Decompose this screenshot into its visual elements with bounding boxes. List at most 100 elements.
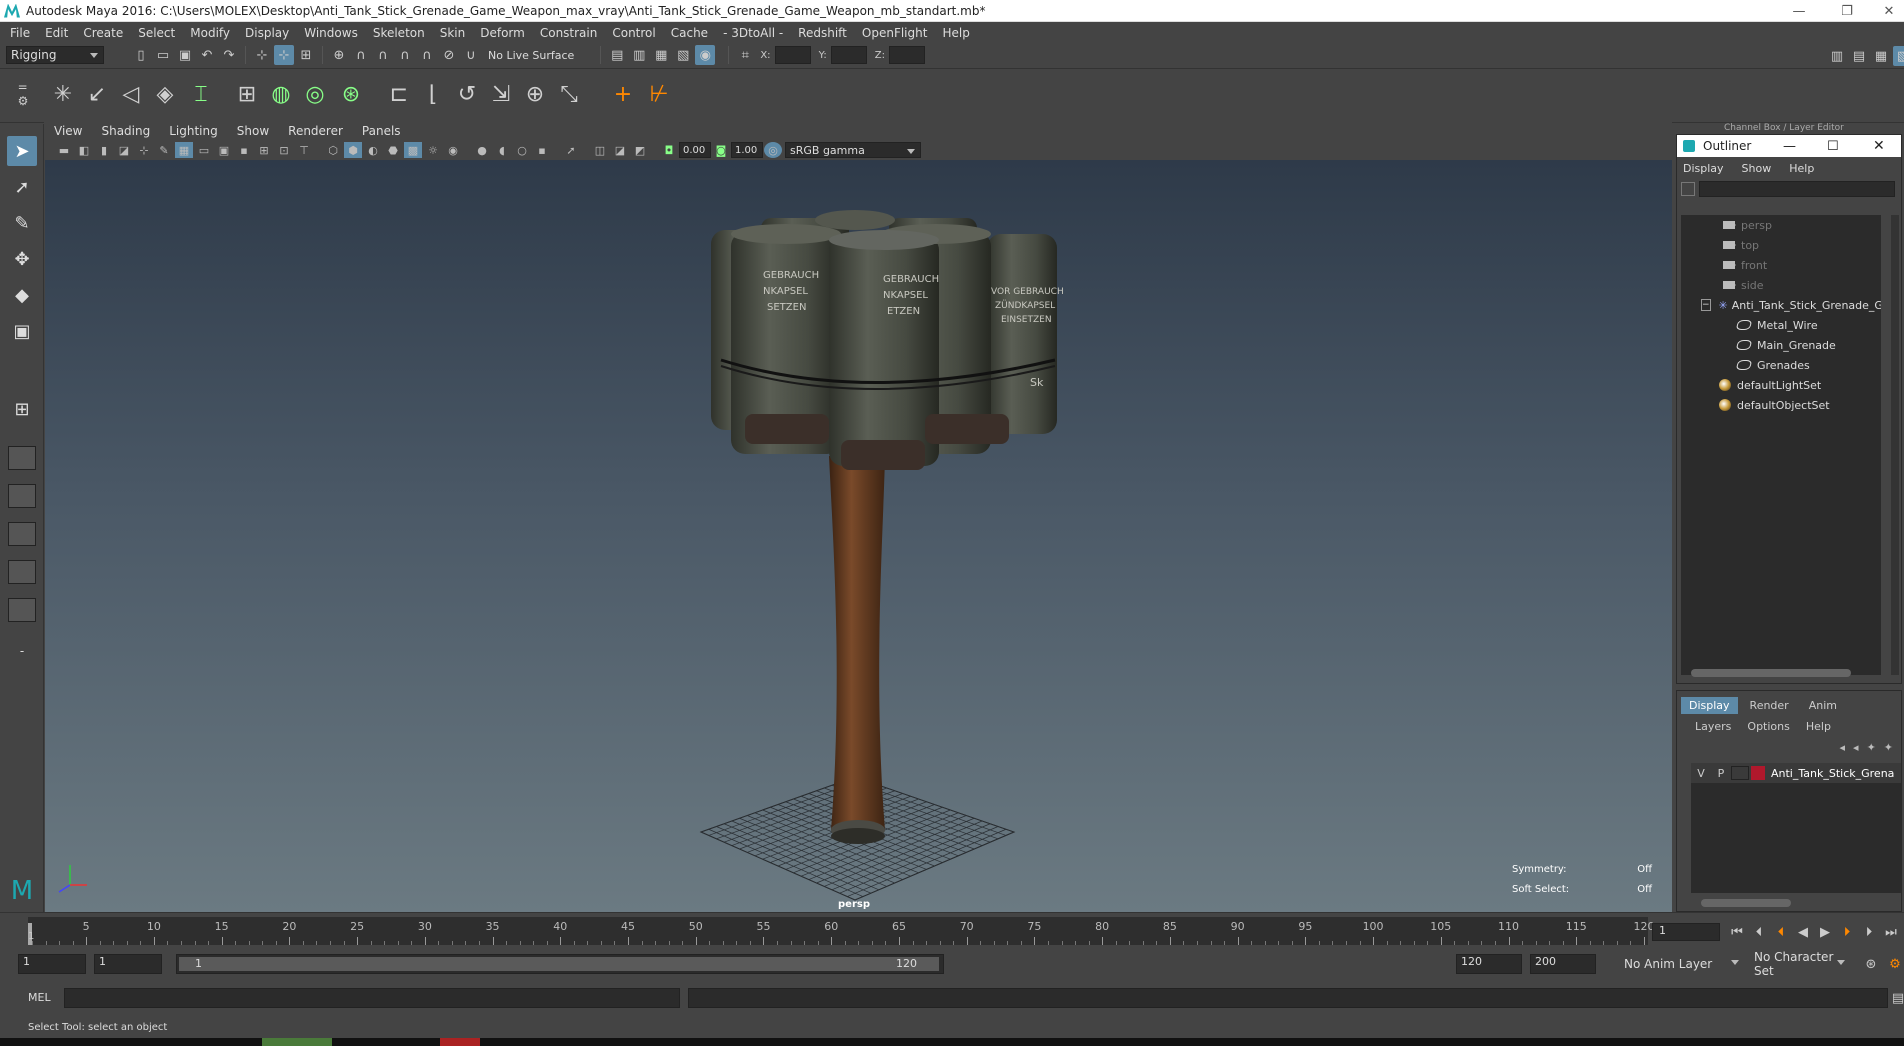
panel-menu-renderer[interactable]: Renderer: [288, 124, 343, 138]
anim-end-field[interactable]: 120: [1456, 954, 1522, 974]
mel-label[interactable]: MEL: [28, 991, 51, 1004]
menu-create[interactable]: Create: [83, 26, 123, 40]
panel-menu-panels[interactable]: Panels: [362, 124, 401, 138]
ipr-render-icon[interactable]: ▦: [651, 45, 671, 65]
shadows-icon[interactable]: ◉: [444, 142, 462, 158]
gamma-field[interactable]: 1.00: [731, 142, 763, 158]
modeling-toolkit-icon[interactable]: ▥: [1827, 46, 1847, 66]
four-view-icon[interactable]: [8, 446, 36, 470]
step-forward-key-icon[interactable]: ⏵: [1837, 922, 1857, 942]
layer-menu-options[interactable]: Options: [1747, 720, 1789, 733]
current-frame-field[interactable]: 1: [1652, 923, 1720, 941]
outliner-v-scrollbar[interactable]: [1891, 215, 1899, 675]
live-surface-label[interactable]: No Live Surface: [488, 49, 574, 62]
script-editor-icon[interactable]: ▤: [1891, 988, 1904, 1008]
menu-help[interactable]: Help: [942, 26, 969, 40]
scale-constraint-icon[interactable]: ⇲: [486, 79, 516, 109]
lasso-tool-icon[interactable]: ➚: [7, 172, 37, 202]
outliner-menu-display[interactable]: Display: [1683, 162, 1724, 175]
screen-space-ao-icon[interactable]: ●: [473, 142, 491, 158]
camera-attributes-icon[interactable]: ◧: [75, 142, 93, 158]
interactive-bind-icon[interactable]: ◎: [300, 79, 330, 109]
persp-outliner-icon[interactable]: [8, 560, 36, 584]
minimize-icon[interactable]: —: [1784, 0, 1814, 22]
pole-vector-icon[interactable]: ⤡: [554, 79, 584, 109]
side-by-side-icon[interactable]: [8, 484, 36, 508]
lights-icon[interactable]: ☼: [424, 142, 442, 158]
custom-layout-icon[interactable]: [8, 598, 36, 622]
undo-icon[interactable]: ↶: [197, 45, 217, 65]
persp-viewport[interactable]: GEBRAUCH NKAPSEL SETZEN GEBRAUCH NKAPSEL…: [45, 160, 1672, 912]
ik-spline-icon[interactable]: ◁: [116, 79, 146, 109]
single-view-icon[interactable]: ⊞: [7, 394, 37, 424]
close-icon[interactable]: ✕: [1873, 138, 1885, 154]
safe-action-icon[interactable]: ⊡: [275, 142, 293, 158]
outliner-h-scrollbar[interactable]: [1691, 669, 1851, 677]
exposure-icon[interactable]: ◘: [660, 142, 678, 158]
move-layer-down-icon[interactable]: ◂: [1853, 741, 1859, 754]
snap-live-icon[interactable]: ⊘: [439, 45, 459, 65]
scale-tool-icon[interactable]: ▣: [7, 316, 37, 346]
xray-components-icon[interactable]: ◩: [631, 142, 649, 158]
transform-input-icon[interactable]: ⌗: [735, 45, 755, 65]
go-to-start-icon[interactable]: ⏮: [1727, 922, 1747, 942]
menu-skin[interactable]: Skin: [440, 26, 466, 40]
exposure-field[interactable]: 0.00: [679, 142, 711, 158]
redo-icon[interactable]: ↷: [219, 45, 239, 65]
menu-openflight[interactable]: OpenFlight: [862, 26, 928, 40]
image-plane-icon[interactable]: ◪: [115, 142, 133, 158]
wireframe-icon[interactable]: ⬡: [324, 142, 342, 158]
outliner-item-main-grenade[interactable]: Main_Grenade: [1681, 335, 1881, 355]
parent-constraint-icon[interactable]: ⊕: [520, 79, 550, 109]
persp-graph-icon[interactable]: [8, 522, 36, 546]
range-bar[interactable]: 1 120: [176, 954, 944, 974]
step-forward-frame-icon[interactable]: ⏵: [1859, 922, 1879, 942]
outliner-item-side[interactable]: side: [1681, 275, 1881, 295]
play-backwards-icon[interactable]: ◀: [1793, 922, 1813, 942]
anim-start-field[interactable]: 1: [94, 954, 162, 974]
smooth-bind-icon[interactable]: ◍: [266, 79, 296, 109]
rotate-tool-icon[interactable]: ◆: [7, 280, 37, 310]
select-camera-icon[interactable]: ▬: [55, 142, 73, 158]
layer-row[interactable]: V P Anti_Tank_Stick_Grena: [1691, 763, 1901, 783]
gate-mask-icon[interactable]: ▪: [235, 142, 253, 158]
cluster-icon[interactable]: ⊬: [644, 79, 674, 109]
outliner-item-group[interactable]: − ✳ Anti_Tank_Stick_Grenade_Ga: [1681, 295, 1881, 315]
layer-type[interactable]: [1731, 766, 1749, 780]
tab-display[interactable]: Display: [1681, 696, 1738, 714]
layer-menu-help[interactable]: Help: [1806, 720, 1831, 733]
locator-icon[interactable]: +: [608, 79, 638, 109]
taskbar-app-2[interactable]: [440, 1038, 480, 1046]
panel-menu-lighting[interactable]: Lighting: [169, 124, 218, 138]
film-gate-icon[interactable]: ▭: [195, 142, 213, 158]
resolution-gate-icon[interactable]: ▣: [215, 142, 233, 158]
field-chart-icon[interactable]: ⊞: [255, 142, 273, 158]
select-tool-icon[interactable]: ➤: [7, 136, 37, 166]
shelf-menu-icon[interactable]: = ⚙: [8, 79, 38, 109]
paint-select-icon[interactable]: ✎: [7, 208, 37, 238]
ik-handle-icon[interactable]: ↙: [82, 79, 112, 109]
outliner-menu-help[interactable]: Help: [1789, 162, 1814, 175]
x-input[interactable]: [774, 46, 811, 64]
menu-control[interactable]: Control: [612, 26, 655, 40]
grid-icon[interactable]: ▦: [175, 142, 193, 158]
layer-color-swatch[interactable]: [1751, 766, 1765, 780]
tool-settings-icon[interactable]: ▦: [1871, 46, 1891, 66]
step-back-frame-icon[interactable]: ⏴: [1749, 922, 1769, 942]
new-layer-selected-icon[interactable]: ✦: [1884, 741, 1893, 754]
move-layer-up-icon[interactable]: ◂: [1840, 741, 1846, 754]
insert-joint-icon[interactable]: ◈: [150, 79, 180, 109]
outliner-item-grenades[interactable]: Grenades: [1681, 355, 1881, 375]
anti-aliasing-icon[interactable]: ○: [513, 142, 531, 158]
time-ruler[interactable]: 1 5 10 15 20 25 30 35 40 45 50 55 60 65 70 75 80 85 90 95 1…: [28, 917, 1655, 945]
outliner-item-default-light-set[interactable]: defaultLightSet: [1681, 375, 1881, 395]
depth-of-field-icon[interactable]: ▪: [533, 142, 551, 158]
grease-pencil-icon[interactable]: ✎: [155, 142, 173, 158]
open-scene-icon[interactable]: ▭: [153, 45, 173, 65]
isolate-select-icon[interactable]: ➚: [562, 142, 580, 158]
menu-3dtoall[interactable]: - 3DtoAll -: [723, 26, 783, 40]
snap-point-icon[interactable]: ∩: [373, 45, 393, 65]
aim-constraint-icon[interactable]: ⌊: [418, 79, 448, 109]
go-to-end-icon[interactable]: ⏭: [1881, 922, 1901, 942]
outliner-item-front[interactable]: front: [1681, 255, 1881, 275]
